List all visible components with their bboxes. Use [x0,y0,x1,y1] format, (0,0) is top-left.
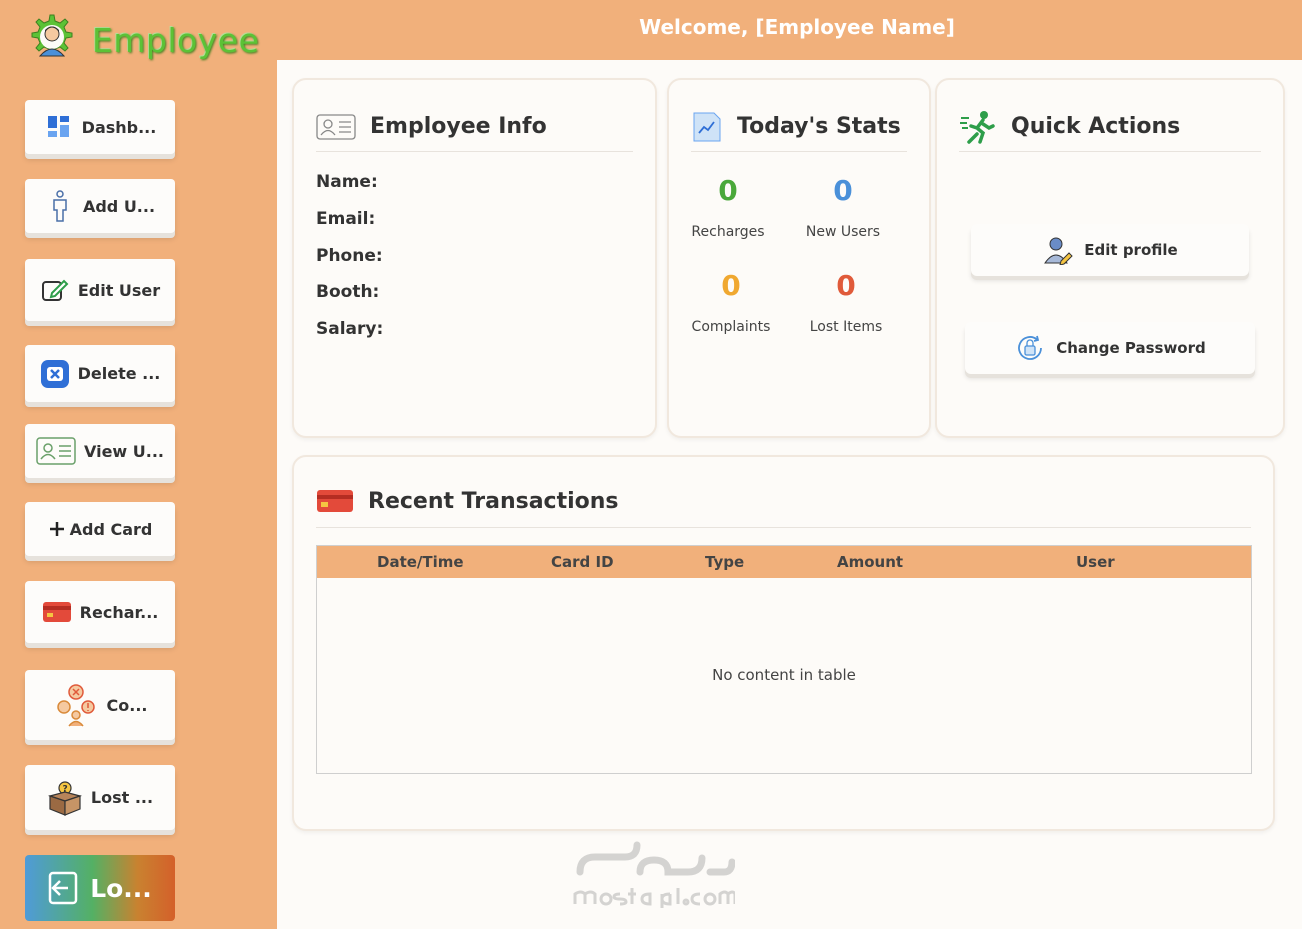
employee-gear-icon [31,14,73,57]
logout-button[interactable]: Lo... [25,855,175,921]
recharges-count: 0 [718,174,738,207]
welcome-title: Welcome, [Employee Name] [639,15,955,39]
sidebar-item-label: Add U... [82,196,156,216]
credit-card-icon [42,597,72,627]
add-user-icon [45,190,75,222]
running-action-icon [960,110,995,144]
change-password-label: Change Password [1056,339,1206,357]
sidebar: Employee Dashb... Add U... Edit User Del… [0,0,277,929]
todays-stats-title: Today's Stats [737,114,901,139]
new-users-label: New Users [805,224,881,240]
column-header-date-time[interactable]: Date/Time [377,553,464,571]
sidebar-item-delete-user[interactable]: Delete ... [25,345,175,402]
plus-icon [48,514,66,544]
stats-chart-icon [693,112,721,141]
recharges-label: Recharges [691,224,765,240]
column-header-card-id[interactable]: Card ID [551,553,614,571]
sidebar-item-label: Add Card [69,519,153,539]
sidebar-item-label: Lost ... [90,788,154,807]
name-label: Name: [316,172,378,192]
table-header: Date/Time Card ID Type Amount User [317,546,1251,578]
lost-items-count: 0 [836,269,856,302]
sidebar-item-label: Dashb... [81,117,157,137]
logo: Employee [22,12,259,68]
edit-icon [40,275,70,305]
new-users-count: 0 [833,174,853,207]
complaints-label: Complaints [691,319,771,335]
id-card-icon [316,113,356,140]
watermark-logo [573,841,735,908]
column-header-amount[interactable]: Amount [837,553,903,571]
complaints-icon [53,682,99,728]
todays-stats-card: Today's Stats 0 Recharges 0 New Users 0 … [667,78,931,438]
employee-info-card: Employee Info Name: Email: Phone: Booth:… [292,78,657,438]
sidebar-item-label: Delete ... [77,364,161,383]
dashboard-icon [44,112,74,142]
todays-stats-header: Today's Stats [691,102,907,152]
logo-text: Employee [92,20,260,60]
phone-label: Phone: [316,246,383,266]
lost-box-icon: ? [47,780,83,816]
sidebar-item-recharge[interactable]: Rechar... [25,581,175,643]
id-card-icon [36,436,76,466]
logout-icon [48,871,80,905]
quick-actions-header: Quick Actions [959,102,1261,152]
sidebar-item-label: View U... [83,441,164,461]
sidebar-item-edit-user[interactable]: Edit User [25,259,175,321]
delete-icon [40,359,70,389]
change-password-button[interactable]: Change Password [965,322,1255,374]
sidebar-item-label: Edit User [77,280,161,300]
quick-actions-card: Quick Actions Edit profile Change Passwo… [935,78,1285,438]
email-label: Email: [316,209,376,229]
lost-items-label: Lost Items [809,319,883,335]
sidebar-item-label: Rechar... [79,602,159,622]
transactions-table[interactable]: Date/Time Card ID Type Amount User No co… [316,545,1252,774]
header: Welcome, [Employee Name] [277,0,1302,60]
edit-profile-icon [1042,234,1074,266]
logout-label: Lo... [90,873,152,903]
complaints-count: 0 [721,269,741,302]
change-password-icon [1014,332,1046,364]
sidebar-item-add-user[interactable]: Add U... [25,179,175,233]
sidebar-item-label: Co... [106,695,148,715]
employee-info-header: Employee Info [316,102,633,152]
sidebar-item-dashboard[interactable]: Dashb... [25,100,175,154]
booth-label: Booth: [316,282,380,302]
column-header-type[interactable]: Type [705,553,744,571]
column-header-user[interactable]: User [1076,553,1115,571]
sidebar-item-complaints[interactable]: Co... [25,670,175,740]
credit-card-icon [317,490,353,512]
salary-label: Salary: [316,319,384,339]
quick-actions-title: Quick Actions [1011,114,1181,139]
edit-profile-button[interactable]: Edit profile [971,224,1249,276]
table-empty-message: No content in table [712,666,856,684]
recent-transactions-title: Recent Transactions [368,488,619,514]
employee-info-title: Employee Info [370,114,547,139]
sidebar-item-lost-items[interactable]: ? Lost ... [25,765,175,830]
sidebar-item-view-users[interactable]: View U... [25,424,175,478]
recent-transactions-header: Recent Transactions [316,475,1251,528]
sidebar-item-add-card[interactable]: Add Card [25,502,175,556]
edit-profile-label: Edit profile [1084,241,1178,259]
